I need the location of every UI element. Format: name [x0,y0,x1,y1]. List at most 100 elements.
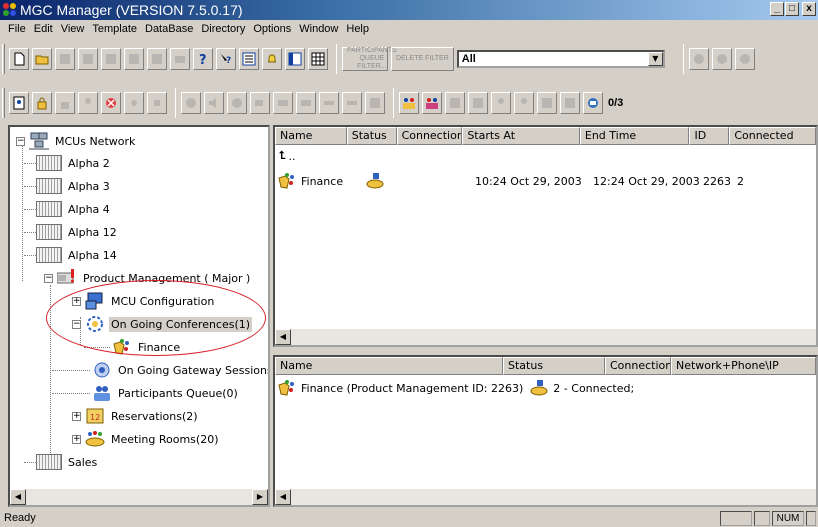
audio-in-button[interactable] [273,92,293,114]
menu-options[interactable]: Options [249,21,295,37]
scroll-left-icon[interactable]: ◀ [275,489,291,505]
tool-button-b[interactable] [711,48,732,70]
broom-button[interactable] [365,92,385,114]
conference-properties-button[interactable] [9,92,29,114]
open-button[interactable] [32,48,52,70]
col-header-network[interactable]: Network+Phone\IP [671,357,816,375]
toolbar-grip[interactable] [2,44,5,74]
menu-file[interactable]: File [4,21,30,37]
close-button[interactable]: x [802,2,816,16]
col-header-name[interactable]: Name [275,127,347,145]
layout3-button[interactable] [537,92,557,114]
block-button[interactable] [227,92,247,114]
scroll-right-icon[interactable]: ▶ [252,489,268,505]
scroll-left-icon[interactable]: ◀ [10,489,26,505]
expand-icon[interactable]: + [72,434,81,444]
expand-icon[interactable]: + [72,296,81,306]
tree-root[interactable]: − MCUs Network [16,131,137,151]
list-view-button[interactable] [239,48,259,70]
col-header-connection[interactable]: Connection [605,357,671,375]
tree-horizontal-scrollbar[interactable]: ◀ ▶ [10,489,268,505]
bell-button[interactable] [262,48,282,70]
tree-participants-queue[interactable]: Participants Queue(0) [52,383,240,403]
menu-template[interactable]: Template [88,21,141,37]
tree-gateway-sessions[interactable]: On Going Gateway Sessions(0) [52,360,268,380]
record-button[interactable] [124,92,144,114]
link-button[interactable] [342,92,362,114]
up-one-level[interactable]: ⮤ .. [279,149,296,163]
close-doc-button[interactable] [78,48,98,70]
help-button[interactable]: ? [193,48,213,70]
tree-ongoing-conferences[interactable]: − On Going Conferences(1) [72,314,253,334]
delete-filter-button[interactable]: DELETE FILTER [391,47,454,71]
tree-reservations[interactable]: + 12 Reservations(2) [72,406,200,426]
col-header-id[interactable]: ID [689,127,730,145]
tree-mcu-alpha-14[interactable]: Alpha 14 [24,245,119,265]
tree-mcu-sales[interactable]: Sales [24,452,99,472]
col-header-status[interactable]: Status [346,127,397,145]
stop-button[interactable] [147,92,167,114]
copy-button[interactable] [124,48,144,70]
tool-button-c[interactable] [734,48,755,70]
connect-button[interactable] [319,92,339,114]
collapse-icon[interactable]: − [16,136,25,146]
new-button[interactable] [9,48,29,70]
menu-directory[interactable]: Directory [197,21,249,37]
grid-view-button[interactable] [308,48,328,70]
col-header-connection[interactable]: Connection [396,127,463,145]
tool-button-a[interactable] [688,48,709,70]
col-header-name[interactable]: Name [275,357,503,375]
tree-mcu-alpha-12[interactable]: Alpha 12 [24,222,119,242]
tree-mcu-alpha-2[interactable]: Alpha 2 [24,153,112,173]
unlock-button[interactable] [55,92,75,114]
layout2-button[interactable] [468,92,488,114]
layout4-button[interactable] [560,92,580,114]
person-button[interactable] [491,92,511,114]
tree-conference-finance[interactable]: Finance [84,337,182,357]
lock-button[interactable] [32,92,52,114]
context-help-button[interactable]: ? [216,48,236,70]
group-button[interactable] [422,92,442,114]
collapse-icon[interactable]: − [72,319,81,329]
tree-mcu-alpha-4[interactable]: Alpha 4 [24,199,112,219]
details-scrollbar[interactable]: ◀ [275,489,816,505]
tree-mcu-alpha-3[interactable]: Alpha 3 [24,176,112,196]
col-header-status[interactable]: Status [503,357,605,375]
tree-mcu-configuration[interactable]: + MCU Configuration [72,291,216,311]
tree-meeting-rooms[interactable]: + Meeting Rooms(20) [72,429,220,449]
maximize-button[interactable]: □ [785,2,799,16]
menu-database[interactable]: DataBase [141,21,197,37]
tree-product-management[interactable]: − Product Management ( Major ) [44,268,252,288]
audio-out-button[interactable] [296,92,316,114]
table-row[interactable]: Finance 10:24 Oct 29, 2003 12:24 Oct 29,… [277,171,816,191]
cut-button[interactable] [101,48,121,70]
menu-help[interactable]: Help [342,21,373,37]
menu-window[interactable]: Window [295,21,342,37]
participants-queue-filter-button[interactable]: PARTICIPANTS QUEUE FILTER... [342,47,397,71]
terminate-conference-button[interactable] [101,92,121,114]
person-remove-button[interactable] [514,92,534,114]
col-header-connected[interactable]: Connected [729,127,816,145]
mute-button[interactable] [204,92,224,114]
print-button[interactable] [170,48,190,70]
filter-select[interactable]: All ▼ [456,50,665,68]
save-button[interactable] [55,48,75,70]
table-row[interactable]: Finance (Product Management ID: 2263) 2 … [277,379,634,397]
video-button[interactable] [250,92,270,114]
add-participant-button[interactable] [78,92,98,114]
disconnect-button[interactable] [181,92,201,114]
scroll-left-icon[interactable]: ◀ [275,329,291,345]
minimize-button[interactable]: _ [770,2,784,16]
menu-edit[interactable]: Edit [30,21,57,37]
col-header-starts-at[interactable]: Starts At [462,127,580,145]
conference-list-scrollbar[interactable]: ◀ [275,329,816,345]
chevron-down-icon[interactable]: ▼ [647,52,663,66]
toolbar-grip-2[interactable] [2,88,5,118]
collapse-icon[interactable]: − [44,273,53,283]
col-header-end-time[interactable]: End Time [579,127,690,145]
monitor-button[interactable] [583,92,603,114]
pane-splitter[interactable] [273,347,818,355]
participants-button[interactable] [399,92,419,114]
paste-button[interactable] [147,48,167,70]
menu-view[interactable]: View [57,21,89,37]
